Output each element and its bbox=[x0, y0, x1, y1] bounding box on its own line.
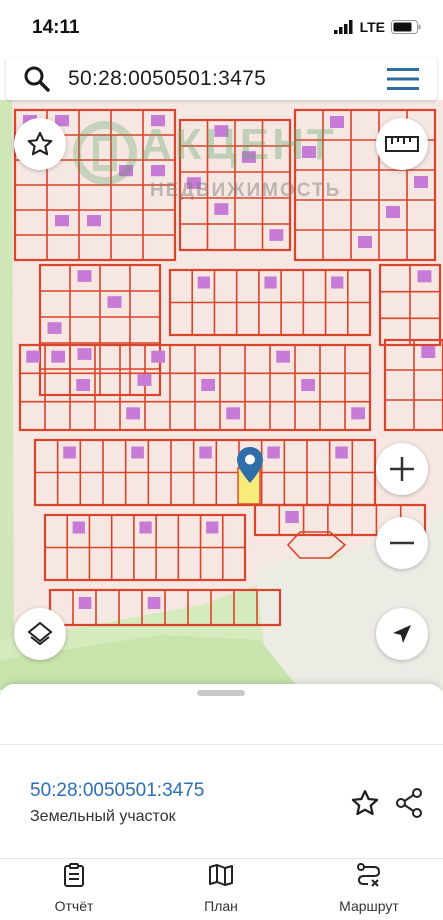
favorite-star-icon[interactable] bbox=[350, 788, 380, 818]
status-time: 14:11 bbox=[32, 17, 80, 38]
favorites-button[interactable] bbox=[14, 118, 66, 170]
map-view[interactable]: АКЦЕНТ НЕДВИЖИМОСТЬ bbox=[0, 100, 443, 690]
sheet-drag-handle[interactable] bbox=[197, 690, 245, 696]
location-pin-icon[interactable] bbox=[236, 446, 264, 484]
navigation-arrow-icon bbox=[393, 625, 411, 643]
search-input[interactable]: 50:28:0050501:3475 bbox=[68, 67, 266, 91]
divider bbox=[0, 744, 443, 745]
status-icons: LTE bbox=[333, 19, 421, 35]
ruler-icon bbox=[385, 136, 419, 152]
status-bar: 14:11 LTE bbox=[0, 0, 443, 56]
parcel-type: Земельный участок bbox=[30, 808, 176, 825]
divider bbox=[0, 858, 443, 859]
parcel-cadastral-number[interactable]: 50:28:0050501:3475 bbox=[30, 780, 204, 802]
zoom-in-button[interactable] bbox=[376, 443, 428, 495]
tab-plan-label: План bbox=[204, 898, 238, 914]
bottom-tab-bar: Отчёт План Маршрут bbox=[0, 862, 443, 920]
layers-button[interactable] bbox=[14, 608, 66, 660]
search-icon[interactable] bbox=[24, 66, 50, 92]
menu-icon[interactable] bbox=[387, 67, 419, 91]
tab-report[interactable]: Отчёт bbox=[19, 862, 129, 914]
watermark-title: АКЦЕНТ bbox=[140, 120, 337, 169]
network-type: LTE bbox=[359, 19, 385, 35]
tab-report-label: Отчёт bbox=[54, 898, 94, 914]
plus-icon bbox=[390, 457, 414, 481]
battery-icon bbox=[391, 20, 421, 34]
tab-route-label: Маршрут bbox=[339, 898, 399, 914]
report-icon bbox=[64, 863, 84, 887]
watermark-subtitle: НЕДВИЖИМОСТЬ bbox=[150, 180, 342, 201]
star-icon bbox=[27, 131, 53, 156]
share-icon[interactable] bbox=[395, 788, 423, 818]
signal-icon bbox=[333, 20, 353, 34]
tab-route[interactable]: Маршрут bbox=[314, 862, 424, 914]
measure-button[interactable] bbox=[376, 118, 428, 170]
minus-icon bbox=[390, 541, 414, 545]
my-location-button[interactable] bbox=[376, 608, 428, 660]
route-icon bbox=[357, 863, 381, 887]
map-plan-icon bbox=[209, 864, 233, 886]
layers-icon bbox=[27, 621, 53, 646]
search-bar[interactable]: 50:28:0050501:3475 bbox=[6, 58, 437, 100]
brand-logo bbox=[73, 121, 137, 185]
tab-plan[interactable]: План bbox=[166, 862, 276, 914]
zoom-out-button[interactable] bbox=[376, 517, 428, 569]
